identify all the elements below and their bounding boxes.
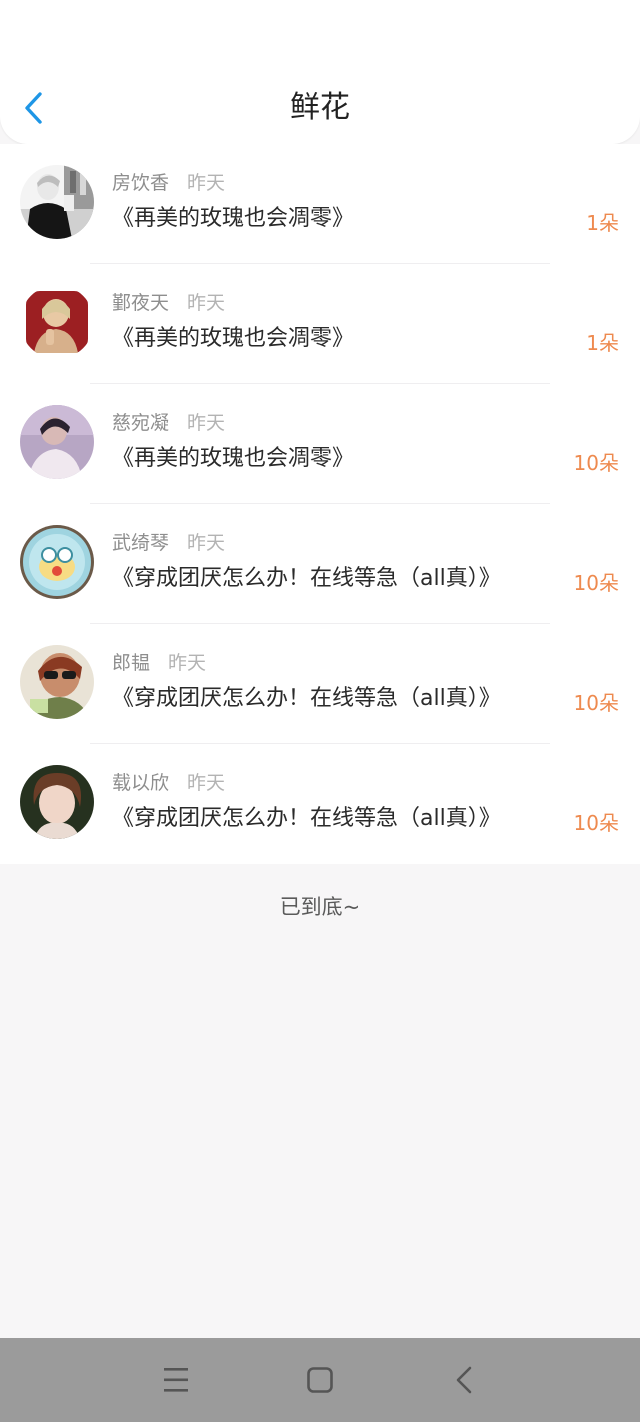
user-name[interactable]: 郎韫 — [112, 652, 150, 674]
book-title[interactable]: 《穿成团厌怎么办！在线等急（all真）》 — [112, 802, 501, 836]
flower-count: 10朵 — [573, 451, 619, 475]
timestamp: 昨天 — [187, 772, 226, 794]
list-item[interactable]: 武绮琴 昨天 《穿成团厌怎么办！在线等急（all真）》 10朵 — [0, 504, 640, 624]
user-name[interactable]: 慈宛凝 — [112, 412, 169, 434]
item-meta: 载以欣 昨天 — [112, 768, 225, 798]
timestamp: 昨天 — [187, 532, 226, 554]
flower-count: 10朵 — [573, 811, 619, 835]
system-back-button[interactable] — [444, 1362, 484, 1398]
avatar[interactable] — [20, 165, 94, 239]
top-bar: 鲜花 — [0, 0, 640, 144]
book-title[interactable]: 《再美的玫瑰也会凋零》 — [112, 322, 354, 356]
user-name[interactable]: 载以欣 — [112, 772, 169, 794]
flower-count: 1朵 — [586, 211, 619, 235]
user-name[interactable]: 武绮琴 — [112, 532, 169, 554]
menu-button[interactable] — [156, 1362, 196, 1398]
timestamp: 昨天 — [187, 292, 226, 314]
avatar[interactable] — [20, 765, 94, 839]
list-item[interactable]: 房饮香 昨天 《再美的玫瑰也会凋零》 1朵 — [0, 144, 640, 264]
avatar[interactable] — [20, 645, 94, 719]
avatar[interactable] — [20, 405, 94, 479]
book-title[interactable]: 《穿成团厌怎么办！在线等急（all真）》 — [112, 562, 501, 596]
user-name[interactable]: 鄞夜天 — [112, 292, 169, 314]
avatar[interactable] — [20, 285, 94, 359]
home-square-icon — [307, 1367, 333, 1393]
flower-count: 10朵 — [573, 571, 619, 595]
list-item[interactable]: 郎韫 昨天 《穿成团厌怎么办！在线等急（all真）》 10朵 — [0, 624, 640, 744]
page-title: 鲜花 — [290, 90, 350, 125]
avatar[interactable] — [20, 525, 94, 599]
user-name[interactable]: 房饮香 — [112, 172, 169, 194]
list-item[interactable]: 鄞夜天 昨天 《再美的玫瑰也会凋零》 1朵 — [0, 264, 640, 384]
book-title[interactable]: 《穿成团厌怎么办！在线等急（all真）》 — [112, 682, 501, 716]
timestamp: 昨天 — [187, 172, 226, 194]
item-meta: 慈宛凝 昨天 — [112, 408, 225, 438]
home-button[interactable] — [300, 1362, 340, 1398]
timestamp: 昨天 — [187, 412, 226, 434]
flower-count: 1朵 — [586, 331, 619, 355]
book-title[interactable]: 《再美的玫瑰也会凋零》 — [112, 202, 354, 236]
back-arrow-icon — [456, 1366, 472, 1394]
list-item[interactable]: 慈宛凝 昨天 《再美的玫瑰也会凋零》 10朵 — [0, 384, 640, 504]
flower-count: 10朵 — [573, 691, 619, 715]
item-meta: 郎韫 昨天 — [112, 648, 206, 678]
system-nav-bar — [0, 1338, 640, 1422]
timestamp: 昨天 — [168, 652, 207, 674]
book-title[interactable]: 《再美的玫瑰也会凋零》 — [112, 442, 354, 476]
item-meta: 房饮香 昨天 — [112, 168, 225, 198]
end-of-list-text: 已到底~ — [279, 895, 361, 919]
flower-list: 房饮香 昨天 《再美的玫瑰也会凋零》 1朵 鄞夜天 昨天 《再美的玫瑰也会凋零》 1… — [0, 144, 640, 864]
menu-icon — [164, 1368, 188, 1392]
list-item[interactable]: 载以欣 昨天 《穿成团厌怎么办！在线等急（all真）》 10朵 — [0, 744, 640, 864]
item-meta: 武绮琴 昨天 — [112, 528, 225, 558]
item-meta: 鄞夜天 昨天 — [112, 288, 225, 318]
